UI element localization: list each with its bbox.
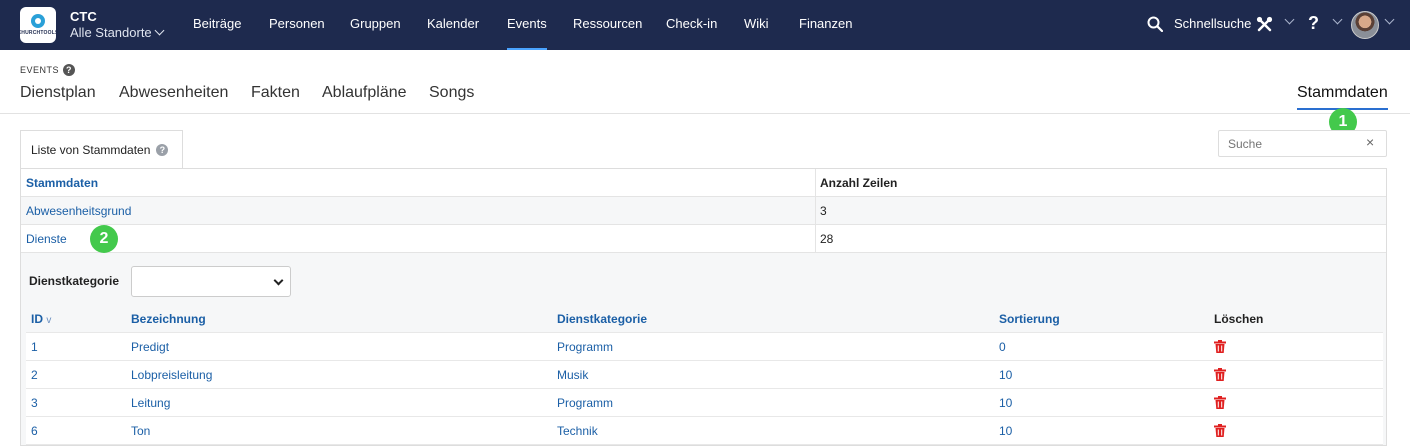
nav-events[interactable]: Events bbox=[507, 0, 547, 50]
filter-label: Dienstkategorie bbox=[29, 274, 120, 288]
tab-songs[interactable]: Songs bbox=[429, 84, 474, 102]
panel-tab-label: Liste von Stammdaten bbox=[31, 142, 151, 157]
table-row: 6 Ton Technik 10 bbox=[26, 417, 1383, 445]
tab-fakten[interactable]: Fakten bbox=[251, 84, 300, 102]
nav-finanzen[interactable]: Finanzen bbox=[799, 0, 852, 50]
cell-dienstkategorie[interactable]: Musik bbox=[557, 368, 588, 382]
module-label: EVENTS ? bbox=[20, 64, 76, 76]
user-menu-chevron-down-icon[interactable] bbox=[1384, 14, 1395, 25]
table-row: 1 Predigt Programm 0 bbox=[26, 333, 1383, 361]
tab-stammdaten[interactable]: Stammdaten bbox=[1297, 84, 1388, 110]
nav-ressourcen[interactable]: Ressourcen bbox=[573, 0, 642, 50]
tools-chevron-down-icon[interactable] bbox=[1284, 14, 1295, 25]
column-header-sortierung[interactable]: Sortierung bbox=[999, 312, 1060, 326]
stammdaten-table: Stammdaten Anzahl Zeilen Abwesenheitsgru… bbox=[20, 168, 1387, 446]
column-divider bbox=[815, 197, 816, 224]
cell-id[interactable]: 2 bbox=[31, 368, 38, 382]
org-switcher[interactable]: CTC Alle Standorte bbox=[70, 9, 165, 41]
chevron-down-icon bbox=[273, 275, 284, 286]
trash-icon[interactable] bbox=[1214, 424, 1226, 437]
panel-tab-stammdaten-list[interactable]: Liste von Stammdaten ? bbox=[20, 130, 183, 168]
help-chevron-down-icon[interactable] bbox=[1332, 14, 1343, 25]
table-row: 2 Lobpreisleitung Musik 10 bbox=[26, 361, 1383, 389]
cell-sortierung[interactable]: 10 bbox=[999, 396, 1012, 410]
table-row: 3 Leitung Programm 10 bbox=[26, 389, 1383, 417]
cell-id[interactable]: 3 bbox=[31, 396, 38, 410]
help-circle-icon[interactable]: ? bbox=[156, 143, 169, 156]
tab-abwesenheiten[interactable]: Abwesenheiten bbox=[119, 84, 228, 102]
row-count: 3 bbox=[820, 204, 827, 218]
dienste-detail-panel: Dienstkategorie ID v Bezeichnung Dienstk… bbox=[21, 253, 1386, 445]
column-divider bbox=[815, 225, 816, 252]
trash-icon[interactable] bbox=[1214, 368, 1226, 381]
nav-beitraege[interactable]: Beiträge bbox=[193, 0, 241, 50]
dienste-table: ID v Bezeichnung Dienstkategorie Sortier… bbox=[26, 305, 1383, 445]
quick-search-label[interactable]: Schnellsuche bbox=[1174, 16, 1251, 31]
column-header-id-label: ID bbox=[31, 312, 43, 326]
stammdaten-link-dienste[interactable]: Dienste bbox=[26, 232, 67, 246]
cell-sortierung[interactable]: 0 bbox=[999, 340, 1006, 354]
logo-mark-icon bbox=[31, 14, 45, 28]
clear-search-icon[interactable]: × bbox=[1366, 134, 1374, 150]
nav-gruppen[interactable]: Gruppen bbox=[350, 0, 401, 50]
tab-ablaufplaene[interactable]: Ablaufpläne bbox=[322, 84, 407, 102]
churchtools-logo[interactable]: CHURCHTOOLS bbox=[17, 7, 59, 43]
table-row: Dienste 28 bbox=[21, 225, 1386, 253]
module-label-text: EVENTS bbox=[20, 65, 60, 75]
user-avatar[interactable] bbox=[1351, 11, 1379, 39]
location-label: Alle Standorte bbox=[70, 25, 152, 40]
cell-bezeichnung[interactable]: Lobpreisleitung bbox=[131, 368, 212, 382]
nav-personen[interactable]: Personen bbox=[269, 0, 325, 50]
logo-text: CHURCHTOOLS bbox=[17, 30, 59, 36]
help-circle-icon[interactable]: ? bbox=[63, 64, 76, 76]
cell-dienstkategorie[interactable]: Programm bbox=[557, 340, 613, 354]
sort-desc-icon: v bbox=[46, 315, 52, 326]
top-navbar: CHURCHTOOLS CTC Alle Standorte Beiträge … bbox=[0, 0, 1410, 50]
table-header-row: ID v Bezeichnung Dienstkategorie Sortier… bbox=[26, 305, 1383, 333]
column-header-bezeichnung[interactable]: Bezeichnung bbox=[131, 312, 206, 326]
help-button[interactable]: ? bbox=[1308, 13, 1319, 34]
chevron-down-icon bbox=[154, 25, 165, 36]
module-tabs: Dienstplan Abwesenheiten Fakten Ablaufpl… bbox=[0, 78, 1410, 114]
tools-icon[interactable] bbox=[1256, 16, 1273, 33]
row-count: 28 bbox=[820, 232, 834, 246]
column-header-id[interactable]: ID v bbox=[31, 312, 51, 326]
column-divider bbox=[815, 169, 816, 196]
table-row: Abwesenheitsgrund 3 bbox=[21, 197, 1386, 225]
nav-kalender[interactable]: Kalender bbox=[427, 0, 479, 50]
nav-checkin[interactable]: Check-in bbox=[666, 0, 717, 50]
column-header-stammdaten[interactable]: Stammdaten bbox=[26, 176, 98, 190]
dienstkategorie-select[interactable] bbox=[131, 266, 291, 297]
cell-id[interactable]: 6 bbox=[31, 424, 38, 438]
stammdaten-link-abwesenheitsgrund[interactable]: Abwesenheitsgrund bbox=[26, 204, 131, 218]
tab-dienstplan[interactable]: Dienstplan bbox=[20, 84, 96, 102]
column-header-dienstkategorie[interactable]: Dienstkategorie bbox=[557, 312, 647, 326]
search-input[interactable] bbox=[1218, 130, 1387, 157]
nav-wiki[interactable]: Wiki bbox=[744, 0, 769, 50]
search-icon[interactable] bbox=[1147, 16, 1163, 32]
cell-dienstkategorie[interactable]: Technik bbox=[557, 424, 598, 438]
cell-bezeichnung[interactable]: Ton bbox=[131, 424, 150, 438]
cell-bezeichnung[interactable]: Leitung bbox=[131, 396, 170, 410]
cell-id[interactable]: 1 bbox=[31, 340, 38, 354]
location-select[interactable]: Alle Standorte bbox=[70, 24, 165, 41]
trash-icon[interactable] bbox=[1214, 396, 1226, 409]
trash-icon[interactable] bbox=[1214, 340, 1226, 353]
cell-dienstkategorie[interactable]: Programm bbox=[557, 396, 613, 410]
cell-bezeichnung[interactable]: Predigt bbox=[131, 340, 169, 354]
column-header-anzahl-zeilen: Anzahl Zeilen bbox=[820, 176, 898, 190]
cell-sortierung[interactable]: 10 bbox=[999, 424, 1012, 438]
cell-sortierung[interactable]: 10 bbox=[999, 368, 1012, 382]
column-header-loeschen: Löschen bbox=[1214, 312, 1264, 326]
org-name: CTC bbox=[70, 9, 97, 24]
callout-badge-2: 2 bbox=[90, 225, 118, 253]
table-header-row: Stammdaten Anzahl Zeilen bbox=[21, 169, 1386, 197]
